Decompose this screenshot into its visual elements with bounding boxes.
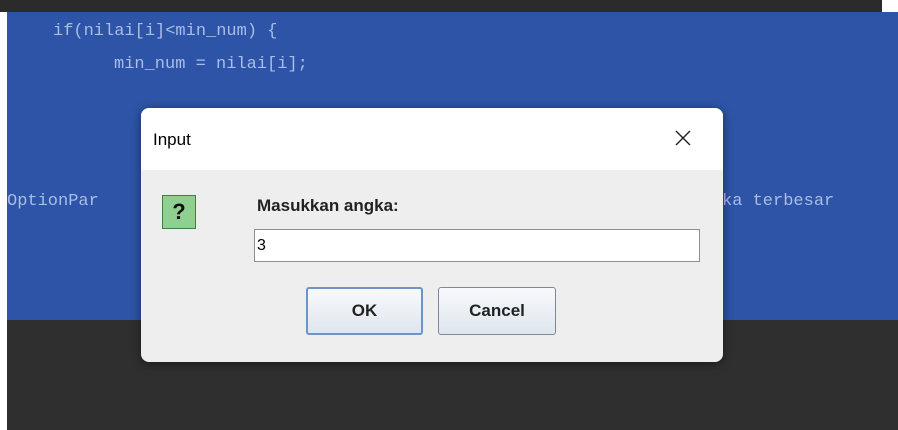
window-top-strip <box>0 0 882 12</box>
input-dialog: Input ? Masukkan angka: OK Cancel <box>141 108 723 362</box>
ok-button[interactable]: OK <box>306 287 423 335</box>
left-edge <box>0 12 7 430</box>
close-icon <box>675 130 691 146</box>
question-icon: ? <box>162 195 196 229</box>
number-input[interactable] <box>254 229 700 262</box>
dialog-titlebar[interactable]: Input <box>141 108 723 170</box>
close-button[interactable] <box>663 118 703 158</box>
dialog-title: Input <box>153 130 191 149</box>
code-line: min_num = nilai[i]; <box>114 55 308 74</box>
code-line: if(nilai[i]<min_num) { <box>53 22 278 41</box>
question-glyph: ? <box>172 199 186 224</box>
cancel-button[interactable]: Cancel <box>438 287 556 335</box>
code-line: OptionPar <box>7 192 99 211</box>
prompt-label: Masukkan angka: <box>257 196 399 215</box>
code-line: ka terbesar <box>722 192 835 211</box>
